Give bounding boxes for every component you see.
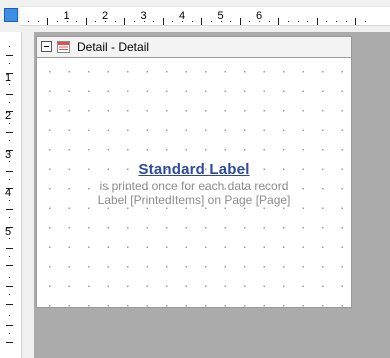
ruler-half-tick <box>124 18 126 25</box>
ruler-dot <box>287 21 289 22</box>
ruler-number: 4 <box>5 187 12 199</box>
ruler-dot <box>37 21 39 22</box>
ruler-dot <box>76 21 78 22</box>
ruler-half-tick <box>6 55 13 57</box>
ruler-dot <box>9 178 10 180</box>
ruler-dot <box>56 21 58 22</box>
ruler-dot <box>9 315 10 317</box>
ruler-number: 1 <box>5 71 12 84</box>
ruler-dot <box>153 21 155 22</box>
ruler-dot <box>210 21 212 22</box>
ruler-half-tick <box>6 342 13 344</box>
ruler-half-tick <box>6 324 13 326</box>
ruler-dot <box>297 21 299 22</box>
ruler-dot <box>345 21 347 22</box>
ruler-dot <box>249 21 251 22</box>
band-header[interactable]: Detail - Detail <box>36 36 352 58</box>
horizontal-ruler[interactable]: 123456 <box>20 6 390 26</box>
ruler-half-tick <box>201 18 203 25</box>
ruler-half-tick <box>6 247 13 249</box>
ruler-half-tick <box>6 93 13 95</box>
ruler-dot <box>105 21 106 22</box>
ruler-dot <box>66 21 68 22</box>
ruler-dot <box>9 238 10 240</box>
ruler-dot <box>326 21 328 22</box>
ruler-half-tick <box>162 18 164 25</box>
ruler-dot <box>95 21 97 22</box>
ruler-dot <box>9 140 10 142</box>
ruler-dot <box>9 122 10 124</box>
label-line1: is printed once for each data record <box>99 179 289 193</box>
ruler-half-tick <box>6 209 13 211</box>
detail-band-icon <box>57 41 70 53</box>
ruler-dot <box>220 21 222 22</box>
band-title: Detail - Detail <box>77 40 150 54</box>
ruler-dot <box>143 21 145 22</box>
ruler-dot <box>133 21 135 22</box>
vertical-ruler[interactable]: 1 2 3 4 5 <box>0 32 22 358</box>
ruler-number: 5 <box>5 225 12 238</box>
collapse-icon[interactable] <box>41 41 52 52</box>
ruler-number: 2 <box>5 110 12 122</box>
ruler-half-tick <box>85 18 87 25</box>
ruler-dot <box>9 84 10 86</box>
ruler-dot <box>9 45 10 47</box>
ruler-half-tick <box>6 170 13 172</box>
ruler-dot <box>9 63 10 65</box>
label-title: Standard Label <box>138 161 250 178</box>
ruler-dot <box>9 101 10 103</box>
ruler-half-tick <box>6 303 13 305</box>
ruler-dot <box>9 276 10 278</box>
ruler-half-tick <box>239 18 241 25</box>
ruler-dot <box>364 21 366 22</box>
ruler-corner-button[interactable] <box>4 8 18 22</box>
label-line2: Label [PrintedItems] on Page [Page] <box>97 193 291 207</box>
standard-label[interactable]: Standard Label is printed once for each … <box>69 161 319 219</box>
ruler-half-tick <box>6 132 13 134</box>
ruler-half-tick <box>278 18 280 25</box>
ruler-number: 3 <box>5 148 12 161</box>
ruler-dot <box>28 21 29 22</box>
ruler-dot <box>172 21 174 22</box>
ruler-half-tick <box>47 18 49 25</box>
ruler-dot <box>307 21 309 22</box>
ruler-dot <box>336 21 337 22</box>
ruler-dot <box>9 161 10 163</box>
ruler-dot <box>9 294 10 296</box>
ruler-dot <box>9 332 10 334</box>
ruler-dot <box>259 21 260 22</box>
ruler-half-tick <box>355 18 357 25</box>
detail-design-surface[interactable]: Standard Label is printed once for each … <box>36 58 352 308</box>
ruler-dot <box>268 21 270 22</box>
ruler-dot <box>182 21 183 22</box>
ruler-dot <box>9 199 10 201</box>
ruler-dot <box>9 255 10 257</box>
ruler-dot <box>9 217 10 219</box>
ruler-half-tick <box>6 265 13 267</box>
ruler-half-tick <box>6 286 13 288</box>
ruler-dot <box>191 21 193 22</box>
ruler-half-tick <box>316 18 318 25</box>
ruler-dot <box>230 21 232 22</box>
ruler-dot <box>114 21 116 22</box>
